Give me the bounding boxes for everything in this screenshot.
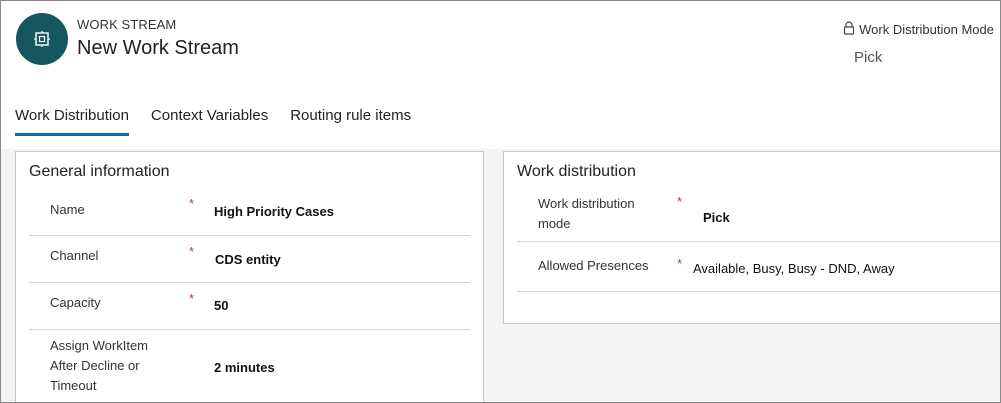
field-label: Channel (50, 248, 99, 263)
required-indicator: * (677, 256, 683, 271)
field-label-line: After Decline or (50, 358, 140, 373)
form-header: WORK STREAM New Work Stream Work Distrib… (1, 1, 1000, 149)
section-title: Work distribution (517, 163, 636, 180)
field-work-distribution-mode[interactable]: Work distribution mode * Pick (517, 188, 1000, 242)
entity-type-label: WORK STREAM (77, 17, 177, 32)
field-allowed-presences[interactable]: Allowed Presences * Available, Busy, Bus… (517, 242, 1000, 292)
header-field-value: Pick (854, 49, 883, 66)
field-channel[interactable]: Channel * CDS entity (29, 236, 470, 283)
field-label: Capacity (50, 295, 101, 310)
tab-work-distribution[interactable]: Work Distribution (15, 105, 129, 136)
record-title: New Work Stream (77, 37, 239, 59)
header-field-work-distribution-mode: Work Distribution Mode (843, 21, 994, 38)
required-indicator: * (189, 196, 195, 211)
field-value[interactable]: Pick (703, 210, 730, 225)
field-label-line: Work distribution (538, 196, 635, 211)
field-label-line: Assign WorkItem (50, 338, 149, 353)
field-label-line: mode (538, 216, 571, 231)
general-information-section: General information Name * High Priority… (15, 151, 484, 402)
tab-context-variables[interactable]: Context Variables (151, 105, 268, 135)
tab-routing-rule-items[interactable]: Routing rule items (290, 105, 411, 135)
workstream-icon (16, 13, 68, 65)
field-label: Assign WorkItem After Decline or Timeout (50, 336, 148, 396)
required-indicator: * (189, 244, 195, 259)
section-title: General information (29, 163, 170, 180)
form-tabs: Work Distribution Context Variables Rout… (15, 105, 411, 136)
header-field-label: Work Distribution Mode (859, 22, 994, 37)
form-window: WORK STREAM New Work Stream Work Distrib… (0, 0, 1001, 403)
field-label: Name (50, 202, 85, 217)
work-distribution-section: Work distribution Work distribution mode… (503, 151, 1000, 324)
lock-icon (843, 21, 855, 38)
field-label: Work distribution mode (538, 194, 635, 234)
field-value[interactable]: Available, Busy, Busy - DND, Away (693, 261, 895, 276)
field-capacity[interactable]: Capacity * 50 (29, 283, 470, 330)
required-indicator: * (677, 194, 683, 209)
field-label: Allowed Presences (538, 258, 649, 273)
field-name[interactable]: Name * High Priority Cases (29, 188, 470, 236)
field-value[interactable]: CDS entity (215, 252, 281, 267)
required-indicator: * (189, 291, 195, 306)
field-value[interactable]: 2 minutes (214, 360, 275, 375)
field-label-line: Timeout (50, 378, 97, 393)
field-value[interactable]: 50 (214, 298, 228, 313)
field-assign-workitem-timeout[interactable]: Assign WorkItem After Decline or Timeout… (29, 330, 470, 400)
field-value[interactable]: High Priority Cases (214, 204, 334, 219)
